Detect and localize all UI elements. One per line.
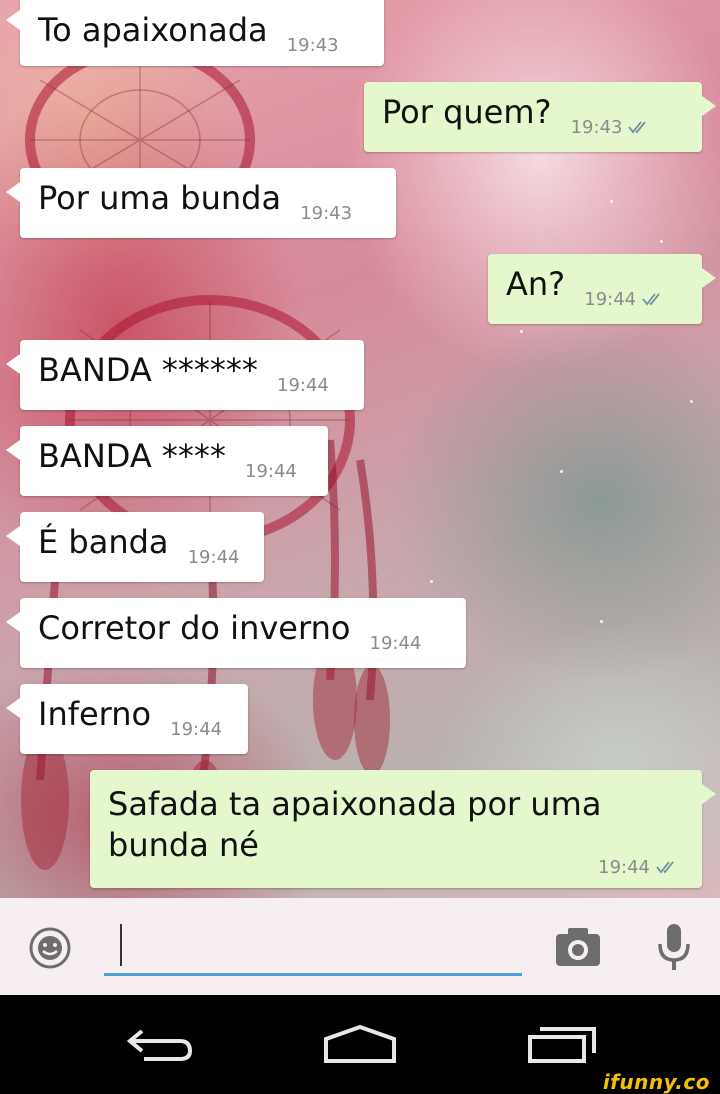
message-text: É banda bbox=[38, 523, 169, 561]
double-check-icon bbox=[642, 293, 660, 306]
message-bubble-incoming[interactable]: É banda 19:44 bbox=[6, 512, 264, 582]
message-time: 19:44 bbox=[170, 719, 223, 740]
message-time: 19:43 bbox=[300, 203, 353, 224]
message-bubble-incoming[interactable]: Corretor do inverno 19:44 bbox=[6, 598, 466, 668]
double-check-icon bbox=[628, 121, 647, 134]
input-underline bbox=[104, 973, 522, 976]
message-bubble-incoming[interactable]: BANDA ****** 19:44 bbox=[6, 340, 364, 410]
star bbox=[600, 620, 603, 623]
message-time: 19:44 bbox=[277, 375, 329, 396]
star bbox=[660, 240, 663, 243]
message-text: Por quem? bbox=[382, 93, 552, 131]
message-time: 19:44 bbox=[187, 547, 240, 568]
message-text: Corretor do inverno bbox=[38, 609, 351, 647]
message-time: 19:44 bbox=[245, 461, 297, 482]
message-text: Inferno bbox=[38, 695, 152, 733]
back-arrow-icon[interactable] bbox=[124, 1025, 196, 1065]
star bbox=[690, 400, 693, 403]
message-text: An? bbox=[506, 265, 566, 303]
camera-icon[interactable] bbox=[554, 926, 602, 968]
message-text: BANDA **** bbox=[38, 437, 226, 475]
star bbox=[520, 330, 523, 333]
message-time: 19:44 bbox=[598, 857, 680, 878]
smiley-icon[interactable] bbox=[28, 926, 72, 970]
star bbox=[610, 200, 613, 203]
text-cursor bbox=[120, 924, 122, 966]
message-input[interactable] bbox=[104, 918, 522, 976]
microphone-icon[interactable] bbox=[656, 922, 692, 974]
message-bubble-incoming[interactable]: Por uma bunda 19:43 bbox=[6, 168, 396, 238]
chat-background: To apaixonada 19:43 Por quem? 19:43 Por … bbox=[0, 0, 720, 898]
message-time: 19:44 bbox=[584, 289, 666, 310]
star bbox=[430, 580, 433, 583]
message-bubble-outgoing[interactable]: Por quem? 19:43 bbox=[364, 82, 716, 152]
message-time: 19:44 bbox=[369, 633, 422, 654]
message-bubble-incoming[interactable]: BANDA **** 19:44 bbox=[6, 426, 328, 496]
watermark: ifunny.co bbox=[602, 1070, 710, 1094]
double-check-icon bbox=[656, 861, 674, 874]
message-text: To apaixonada bbox=[38, 11, 268, 49]
message-time: 19:43 bbox=[286, 35, 339, 56]
message-text: BANDA ****** bbox=[38, 351, 258, 389]
message-bubble-incoming[interactable]: Inferno 19:44 bbox=[6, 684, 248, 754]
message-bubble-outgoing[interactable]: An? 19:44 bbox=[488, 254, 716, 324]
message-bubble-incoming[interactable]: To apaixonada 19:43 bbox=[6, 0, 384, 66]
message-time: 19:43 bbox=[571, 117, 653, 138]
star bbox=[560, 470, 563, 473]
home-icon[interactable] bbox=[322, 1025, 398, 1065]
message-bubble-outgoing[interactable]: Safada ta apaixonada por uma bunda né 19… bbox=[90, 770, 716, 888]
recent-apps-icon[interactable] bbox=[526, 1025, 598, 1065]
message-text: Por uma bunda bbox=[38, 179, 282, 217]
message-text: Safada ta apaixonada por uma bunda né bbox=[108, 785, 602, 864]
